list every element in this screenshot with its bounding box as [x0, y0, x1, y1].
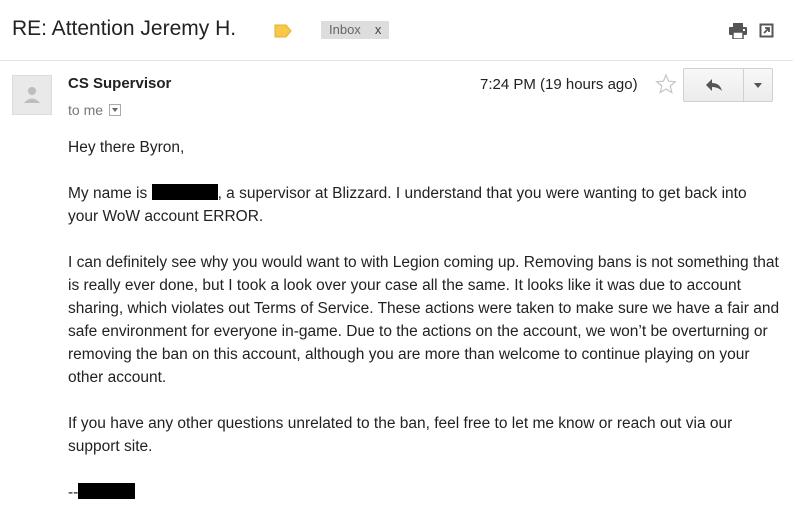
body-paragraph-2: I can definitely see why you would want … — [68, 254, 780, 386]
more-caret-icon — [754, 82, 762, 88]
message-timestamp: 7:24 PM (19 hours ago) — [480, 76, 638, 93]
email-subject: RE: Attention Jeremy H. — [12, 17, 237, 40]
email-view: RE: Attention Jeremy H. Inbox x CS Super… — [0, 0, 793, 522]
recipient-text: to me — [68, 102, 104, 118]
redacted-signature — [78, 483, 136, 499]
body-paragraph-3: If you have any other questions unrelate… — [68, 415, 733, 455]
body-paragraph-1: My name is , a supervisor at Blizzard. I… — [68, 182, 780, 228]
label-tag-icon[interactable] — [274, 24, 292, 38]
sender-avatar[interactable] — [12, 75, 52, 115]
remove-label-button[interactable]: x — [375, 21, 382, 39]
signature: -- — [68, 481, 780, 504]
inbox-label-chip: Inbox x — [321, 21, 390, 39]
reply-button-group — [683, 68, 773, 102]
avatar-icon — [24, 87, 40, 103]
signoff-dashes: -- — [68, 484, 79, 501]
header-divider — [0, 60, 793, 61]
sender-name[interactable]: CS Supervisor — [68, 75, 171, 92]
message-body: Hey there Byron, My name is , a supervis… — [68, 136, 780, 522]
more-actions-button[interactable] — [744, 69, 772, 101]
recipient-line: to me — [68, 102, 122, 118]
greeting: Hey there Byron, — [68, 139, 185, 156]
reply-icon — [705, 79, 722, 91]
inbox-label-text: Inbox — [329, 22, 361, 37]
redacted-name — [151, 184, 218, 200]
p1-before: My name is — [68, 185, 152, 202]
subject-bar: RE: Attention Jeremy H. Inbox x — [0, 0, 793, 60]
popout-icon[interactable] — [759, 23, 774, 38]
show-details-dropdown[interactable] — [109, 104, 122, 116]
print-icon[interactable] — [729, 23, 747, 39]
star-icon[interactable] — [655, 73, 677, 95]
reply-button[interactable] — [684, 69, 744, 101]
